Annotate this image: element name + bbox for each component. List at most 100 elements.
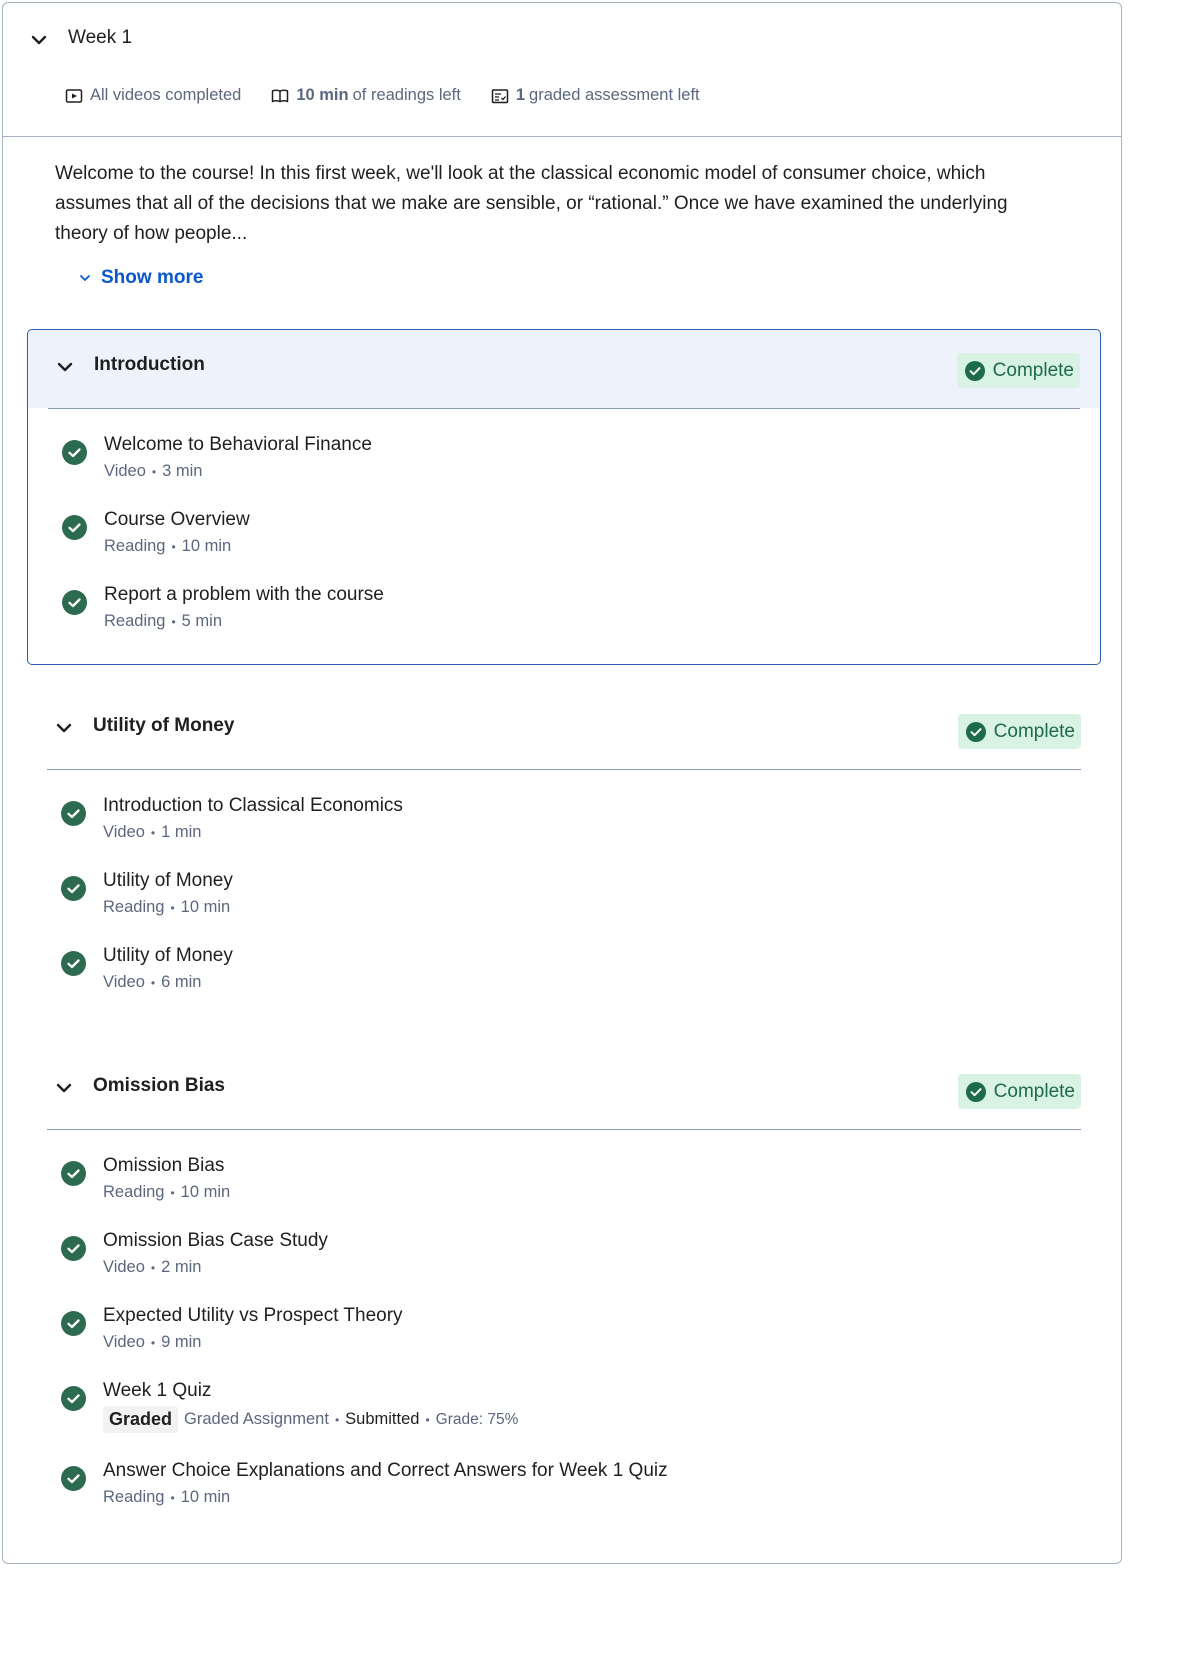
list-item[interactable]: Expected Utility vs Prospect Theory Vide…	[27, 1305, 1101, 1365]
item-title[interactable]: Report a problem with the course	[104, 584, 384, 606]
check-circle-icon	[61, 1236, 86, 1261]
list-item-quiz[interactable]: Week 1 Quiz Graded Graded Assignment • Sub…	[27, 1380, 1101, 1440]
module-title: Introduction	[94, 354, 205, 375]
list-item[interactable]: Welcome to Behavioral Finance Video • 3 mi…	[28, 434, 1100, 494]
chevron-down-icon[interactable]	[30, 31, 48, 49]
separator-dot: •	[170, 1185, 175, 1200]
item-type: Reading	[103, 1488, 165, 1506]
assessments-left-text: graded assessment left	[529, 86, 700, 104]
list-item[interactable]: Omission Bias Reading • 10 min	[27, 1155, 1101, 1215]
list-item[interactable]: Utility of Money Video • 6 min	[27, 945, 1101, 1005]
check-circle-icon	[965, 1081, 986, 1102]
videos-progress-text: All videos completed	[90, 86, 242, 104]
check-circle-icon	[62, 440, 87, 465]
item-type: Reading	[103, 1183, 165, 1201]
item-meta: Reading • 10 min	[103, 1183, 230, 1202]
item-meta: Reading • 10 min	[103, 898, 230, 917]
book-icon	[272, 89, 289, 102]
item-meta: Video • 2 min	[103, 1258, 201, 1277]
videos-progress: All videos completed	[65, 86, 241, 105]
divider	[47, 1129, 1081, 1130]
status-badge: Complete	[957, 1074, 1081, 1109]
item-duration: 1 min	[161, 823, 202, 841]
module-title: Utility of Money	[93, 715, 235, 736]
show-more-button[interactable]: Show more	[79, 267, 203, 289]
item-title[interactable]: Omission Bias Case Study	[103, 1230, 328, 1252]
module-utility-of-money: Utility of Money Complete Introduction t…	[27, 691, 1101, 1011]
item-duration: 10 min	[180, 1488, 231, 1506]
item-meta: Graded Graded Assignment • Submitted • Grade…	[103, 1406, 518, 1433]
item-title[interactable]: Introduction to Classical Economics	[103, 795, 403, 817]
status-label: Complete	[993, 1080, 1075, 1102]
check-circle-icon	[61, 1311, 86, 1336]
item-duration: 6 min	[161, 973, 202, 991]
week-header[interactable]: Week 1 All videos completed 10 min of re…	[3, 3, 1121, 137]
item-title[interactable]: Answer Choice Explanations and Correct A…	[103, 1460, 668, 1482]
check-circle-icon	[62, 590, 87, 615]
item-title[interactable]: Week 1 Quiz	[103, 1380, 211, 1402]
chevron-down-icon[interactable]	[56, 358, 74, 376]
submission-status: Submitted	[345, 1410, 420, 1428]
item-duration: 3 min	[162, 462, 203, 480]
item-type: Reading	[104, 537, 166, 555]
check-circle-icon	[61, 801, 86, 826]
item-type: Video	[103, 1333, 145, 1351]
chevron-down-icon	[80, 275, 90, 281]
status-label: Complete	[992, 359, 1074, 381]
check-circle-icon	[964, 360, 985, 381]
check-circle-icon	[61, 951, 86, 976]
status-label: Complete	[993, 720, 1075, 742]
readings-left-text: of readings left	[352, 86, 461, 104]
module-header[interactable]: Utility of Money Complete	[27, 691, 1101, 769]
check-circle-icon	[61, 1466, 86, 1491]
assessments-left-count: 1	[515, 86, 526, 104]
week-progress-summary: All videos completed 10 min of readings …	[65, 86, 730, 105]
separator-dot: •	[334, 1412, 340, 1427]
chevron-down-icon[interactable]	[55, 1079, 73, 1097]
separator-dot: •	[150, 1335, 156, 1350]
item-meta: Video • 9 min	[103, 1333, 201, 1352]
chevron-down-icon[interactable]	[55, 719, 73, 737]
separator-dot: •	[171, 539, 176, 554]
readings-left-amount: 10 min	[296, 86, 349, 104]
list-item[interactable]: Introduction to Classical Economics Vide…	[27, 795, 1101, 855]
item-duration: 10 min	[181, 537, 232, 555]
module-introduction: Introduction Complete Welcome to Behavio…	[27, 329, 1101, 665]
item-type: Video	[103, 1258, 145, 1276]
item-type: Reading	[104, 612, 166, 630]
item-type: Video	[104, 462, 146, 480]
item-duration: 10 min	[180, 1183, 231, 1201]
item-title[interactable]: Utility of Money	[103, 945, 233, 967]
item-title[interactable]: Utility of Money	[103, 870, 233, 892]
list-item[interactable]: Course Overview Reading • 10 min	[28, 509, 1100, 569]
graded-badge: Graded	[103, 1406, 179, 1433]
list-item[interactable]: Answer Choice Explanations and Correct A…	[27, 1460, 1101, 1520]
item-title[interactable]: Welcome to Behavioral Finance	[104, 434, 372, 456]
check-circle-icon	[62, 515, 87, 540]
status-badge: Complete	[957, 714, 1081, 749]
separator-dot: •	[150, 975, 156, 990]
item-duration: 10 min	[180, 898, 231, 916]
item-type: Video	[103, 973, 145, 991]
item-meta: Video • 1 min	[103, 823, 201, 842]
list-item[interactable]: Utility of Money Reading • 10 min	[27, 870, 1101, 930]
separator-dot: •	[170, 1490, 175, 1505]
module-header[interactable]: Omission Bias Complete	[27, 1051, 1101, 1129]
list-item[interactable]: Omission Bias Case Study Video • 2 min	[27, 1230, 1101, 1290]
item-meta: Video • 6 min	[103, 973, 201, 992]
item-meta: Reading • 5 min	[104, 612, 222, 631]
item-title[interactable]: Expected Utility vs Prospect Theory	[103, 1305, 403, 1327]
assessments-progress: 1 graded assessment left	[491, 86, 700, 105]
check-circle-icon	[61, 1386, 86, 1411]
separator-dot: •	[150, 825, 156, 840]
list-item[interactable]: Report a problem with the course Reading…	[28, 584, 1100, 644]
separator-dot: •	[170, 900, 175, 915]
item-type: Reading	[103, 898, 165, 916]
divider	[48, 408, 1080, 409]
module-header[interactable]: Introduction Complete	[28, 330, 1100, 408]
item-title[interactable]: Course Overview	[104, 509, 250, 531]
item-title[interactable]: Omission Bias	[103, 1155, 224, 1177]
divider	[47, 769, 1081, 770]
item-meta: Reading • 10 min	[104, 537, 231, 556]
separator-dot: •	[151, 464, 157, 479]
